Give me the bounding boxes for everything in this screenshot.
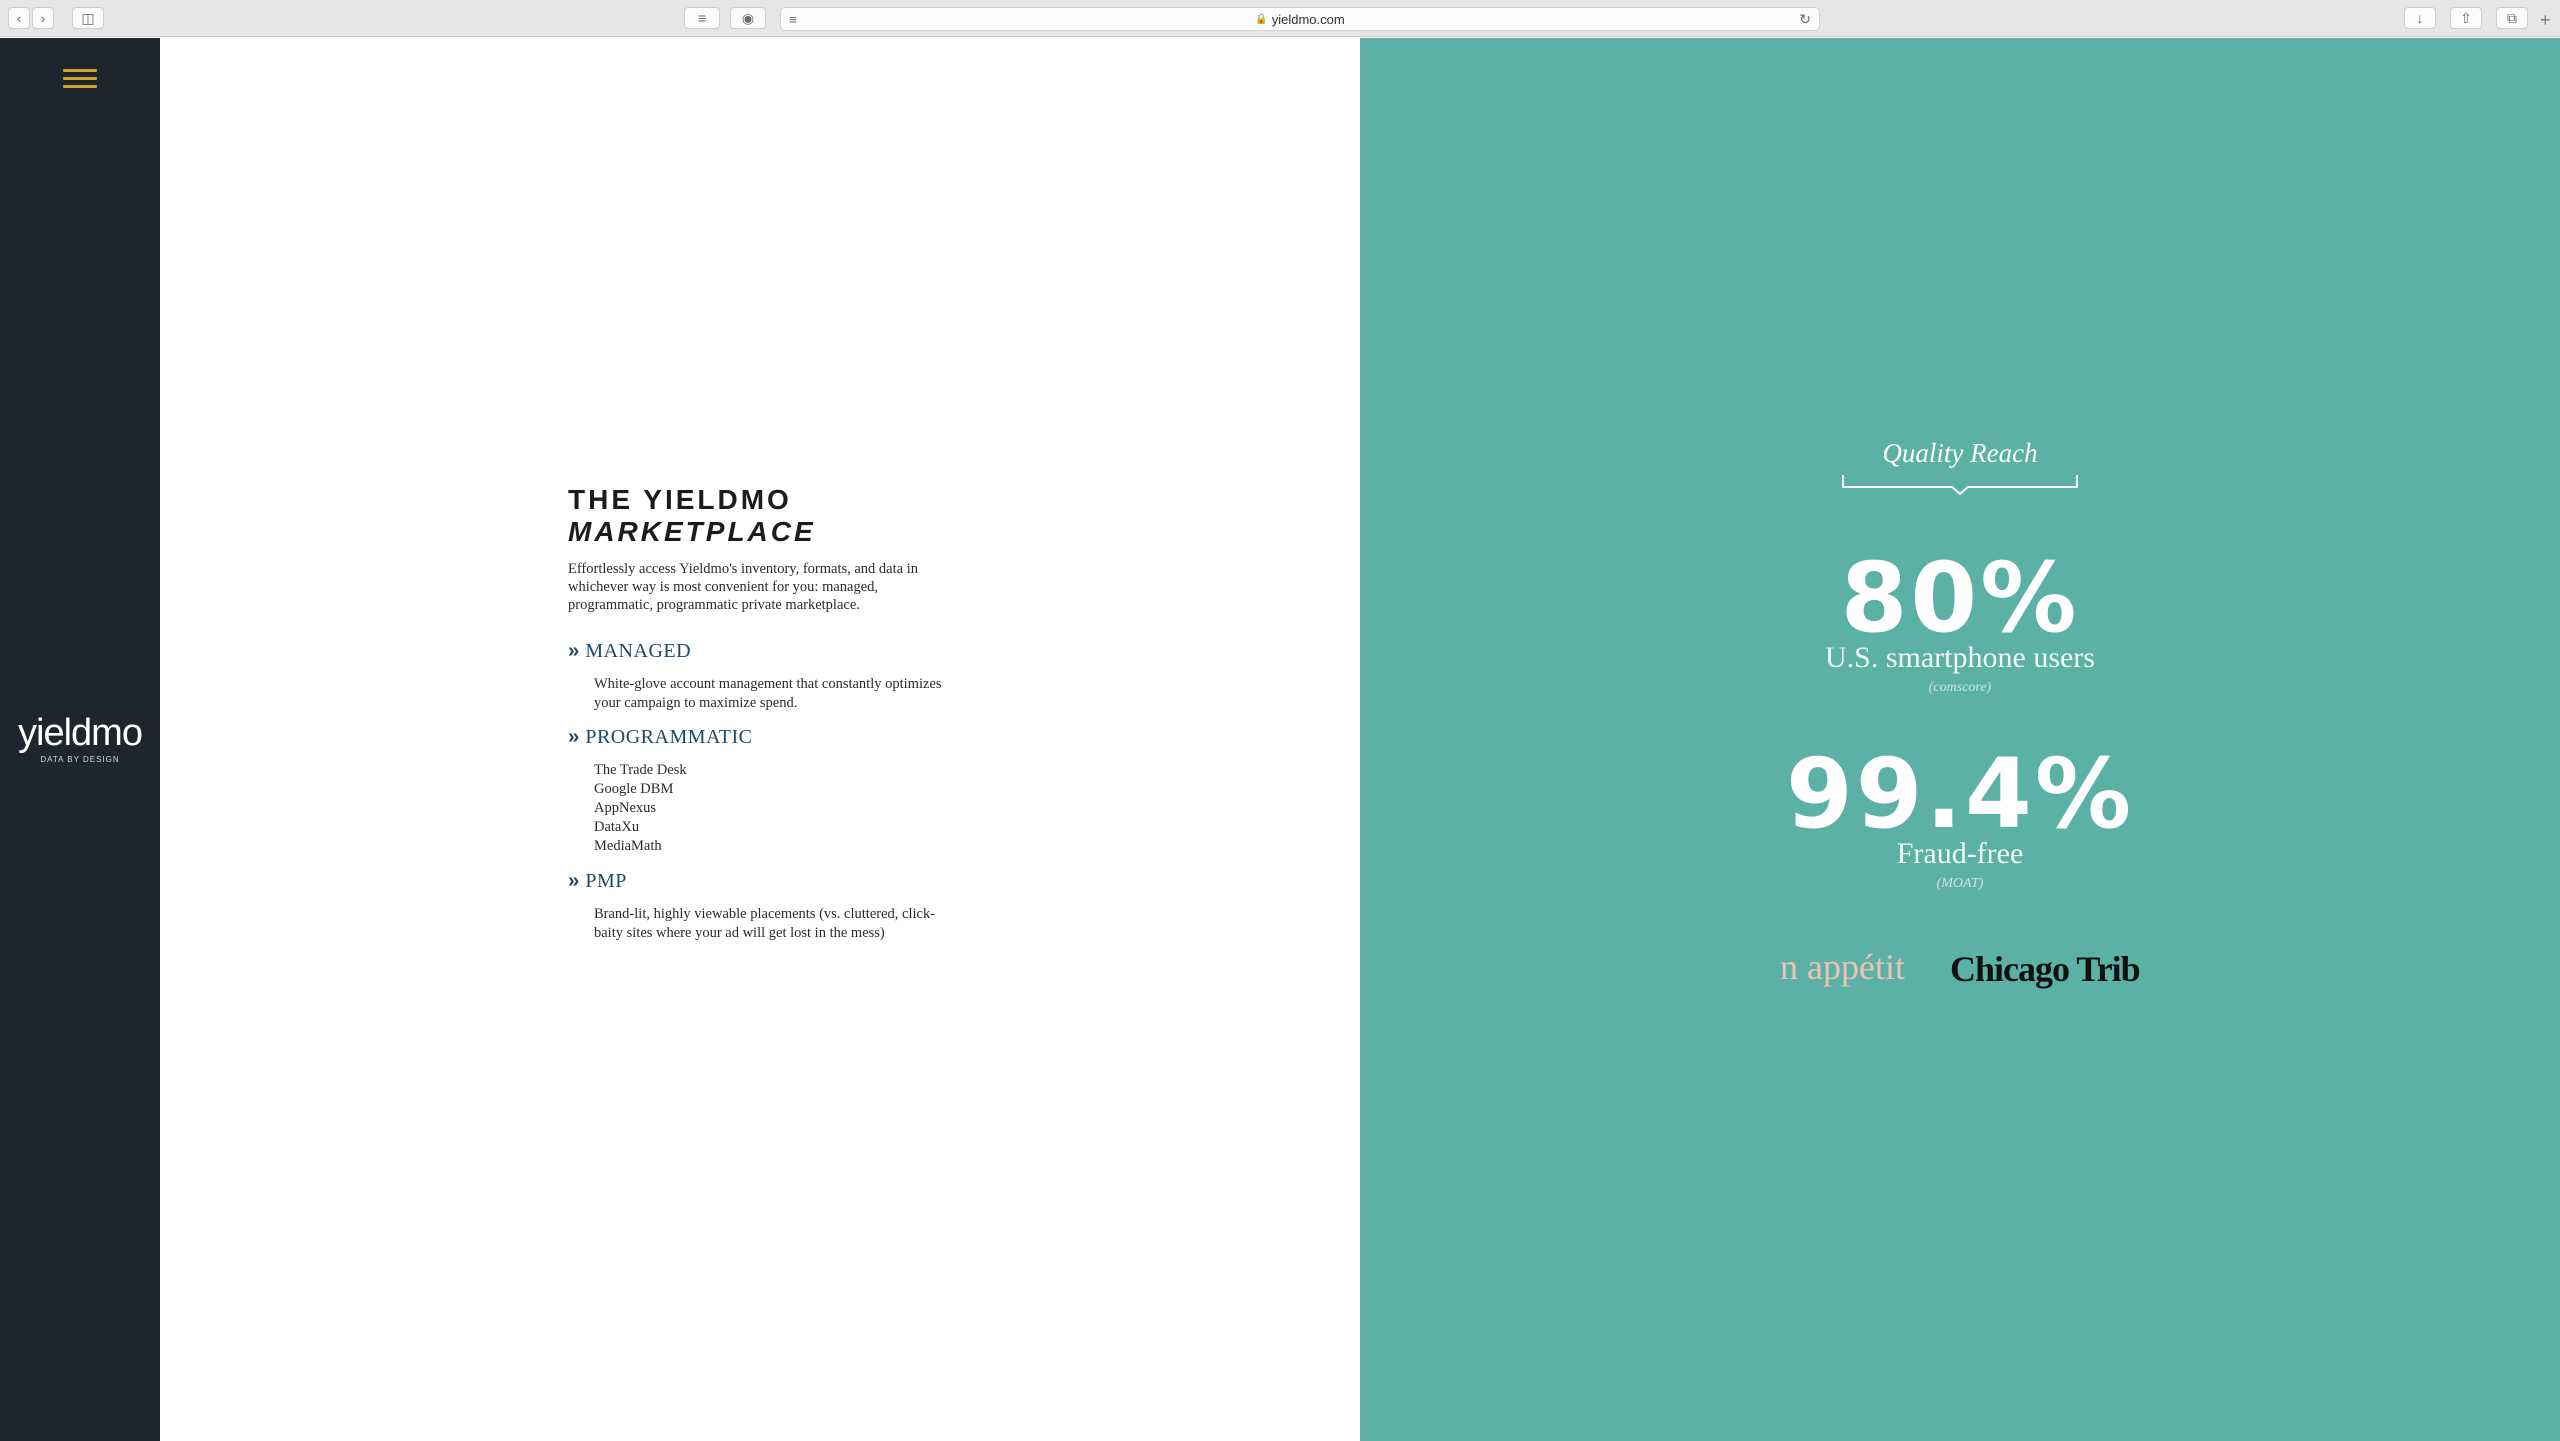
double-chevron-icon: ››: [568, 726, 579, 748]
quality-reach-header: Quality Reach: [1840, 438, 2080, 500]
forward-button[interactable]: ›: [32, 7, 54, 29]
section-heading-text: PMP: [585, 870, 627, 892]
section-heading-programmatic[interactable]: ›› PROGRAMMATIC: [568, 726, 968, 749]
list-item: The Trade Desk: [594, 762, 687, 778]
publisher-logos: n appétit Chicago Trib: [1780, 946, 2160, 996]
page-title-line1: THE YIELDMO: [568, 484, 792, 515]
sidebar-toggle-icon[interactable]: ◫: [72, 7, 104, 29]
back-button[interactable]: ‹: [8, 7, 30, 29]
extension-icon[interactable]: ≡: [684, 7, 720, 29]
url-text: yieldmo.com: [1271, 11, 1345, 27]
intro-text: Effortlessly access Yieldmo's inventory,…: [568, 561, 918, 613]
partner-list: The Trade Desk Google DBM AppNexus DataX…: [594, 761, 954, 856]
stat-label: Fraud-free: [1896, 837, 2024, 870]
list-item: DataXu: [594, 819, 640, 835]
page-title-line2: MARKETPLACE: [568, 516, 816, 547]
section-heading-text: PROGRAMMATIC: [585, 726, 753, 748]
stat-source: (MOAT): [1936, 876, 1984, 891]
share-icon[interactable]: ⇧: [2450, 7, 2482, 29]
new-tab-icon[interactable]: +: [2540, 10, 2551, 31]
list-item: Google DBM: [594, 781, 674, 797]
section-heading-text: MANAGED: [585, 640, 692, 662]
stat-value: 80%: [1840, 542, 2080, 654]
lock-icon: 🔒: [1255, 13, 1268, 25]
section-heading-managed[interactable]: ›› MANAGED: [568, 640, 968, 663]
quality-reach-title: Quality Reach: [1882, 438, 2038, 468]
logo-text: yieldmo: [18, 712, 143, 754]
list-item: AppNexus: [594, 800, 657, 816]
stat-label: U.S. smartphone users: [1825, 641, 2095, 674]
stat-source: (comscore): [1928, 680, 1992, 695]
brand-logo[interactable]: yieldmo DATA BY DESIGN: [0, 713, 160, 764]
section-body: White-glove account management that cons…: [594, 676, 942, 711]
list-item: MediaMath: [594, 838, 662, 854]
section-managed: ›› MANAGED White-glove account managemen…: [568, 640, 968, 712]
main-content: THE YIELDMO MARKETPLACE Effortlessly acc…: [160, 38, 1360, 1441]
menu-icon[interactable]: [63, 69, 97, 91]
double-chevron-icon: ››: [568, 640, 579, 662]
logo-tagline: DATA BY DESIGN: [40, 755, 120, 764]
section-heading-pmp[interactable]: ›› PMP: [568, 870, 968, 893]
section-programmatic: ›› PROGRAMMATIC The Trade Desk Google DB…: [568, 726, 968, 856]
double-chevron-icon: ››: [568, 870, 579, 892]
marketplace-section: THE YIELDMO MARKETPLACE Effortlessly acc…: [568, 484, 968, 942]
reader-view-icon[interactable]: ≡: [789, 12, 797, 27]
reload-icon[interactable]: ↻: [1799, 11, 1811, 28]
quality-reach-panel: Quality Reach 80% U.S. smartphone users …: [1360, 38, 2560, 1441]
section-pmp: ›› PMP Brand-lit, highly viewable placem…: [568, 870, 968, 942]
grammarly-icon[interactable]: ◉: [730, 7, 766, 29]
stat-smartphone-users: 80% U.S. smartphone users (comscore): [1660, 548, 2260, 696]
section-body: Brand-lit, highly viewable placements (v…: [594, 906, 936, 941]
stat-value: 99.4%: [1785, 738, 2135, 850]
stat-fraud-free: 99.4% Fraud-free (MOAT): [1660, 744, 2260, 892]
tabs-overview-icon[interactable]: ⧉: [2496, 7, 2528, 29]
sidebar: yieldmo DATA BY DESIGN: [0, 38, 160, 1441]
publisher-logo-bon-appetit: n appétit: [1780, 947, 1905, 987]
browser-toolbar: ‹ › ◫ ≡ ◉ ≡ 🔒 yieldmo.com ↻ ↓ ⇧ ⧉ +: [0, 0, 2560, 37]
bracket-divider: [1842, 475, 2078, 496]
address-bar[interactable]: ≡ 🔒 yieldmo.com ↻: [780, 7, 1820, 31]
publisher-logo-chicago-tribune: Chicago Trib: [1950, 949, 2141, 989]
download-icon[interactable]: ↓: [2404, 7, 2436, 29]
